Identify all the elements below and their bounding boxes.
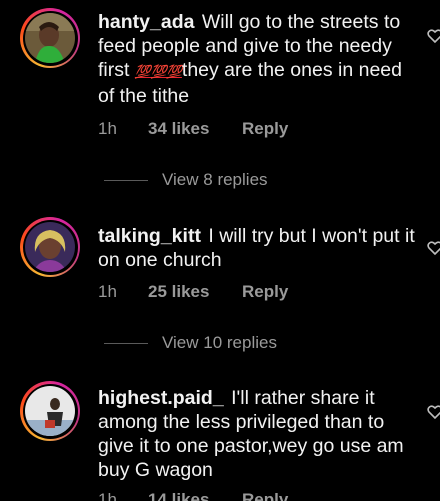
view-replies-button[interactable]: View 8 replies	[104, 170, 268, 190]
comment-username[interactable]: talking_kitt	[98, 225, 201, 247]
heart-icon[interactable]	[427, 28, 440, 44]
reply-button[interactable]: Reply	[242, 490, 288, 501]
view-replies-button[interactable]: View 10 replies	[104, 333, 277, 353]
avatar[interactable]	[25, 13, 75, 63]
comment-username[interactable]: hanty_ada	[98, 11, 194, 33]
comment-text: talking_kitt I will try but I won't put …	[98, 225, 415, 271]
comment-text: highest.paid_ I'll rather share it among…	[98, 387, 404, 481]
comment-meta: 1h 25 likes Reply	[98, 282, 288, 302]
hundred-emoji-icon: 💯💯💯	[134, 64, 183, 79]
comment-time: 1h	[98, 119, 117, 138]
view-replies-label: View 8 replies	[162, 170, 268, 189]
reply-button[interactable]: Reply	[242, 282, 288, 302]
likes-count[interactable]: 34 likes	[148, 119, 242, 139]
view-replies-label: View 10 replies	[162, 333, 277, 352]
avatar-story-ring[interactable]	[20, 217, 80, 277]
comment-time: 1h	[98, 282, 117, 301]
comment-username[interactable]: highest.paid_	[98, 387, 224, 409]
comment-meta: 1h 34 likes Reply	[98, 119, 288, 139]
heart-icon[interactable]	[427, 240, 440, 256]
comment-time: 1h	[98, 490, 117, 501]
avatar[interactable]	[25, 386, 75, 436]
comment-meta: 1h 14 likes Reply	[98, 490, 288, 501]
divider-line	[104, 342, 148, 344]
avatar[interactable]	[25, 222, 75, 272]
divider-line	[104, 179, 148, 181]
likes-count[interactable]: 25 likes	[148, 282, 242, 302]
avatar-story-ring[interactable]	[20, 381, 80, 441]
comment-item: hanty_ada Will go to the streets to feed…	[0, 0, 440, 189]
reply-button[interactable]: Reply	[242, 119, 288, 139]
avatar-story-ring[interactable]	[20, 8, 80, 68]
comment-text: hanty_ada Will go to the streets to feed…	[98, 11, 402, 107]
heart-icon[interactable]	[427, 404, 440, 420]
likes-count[interactable]: 14 likes	[148, 490, 242, 501]
